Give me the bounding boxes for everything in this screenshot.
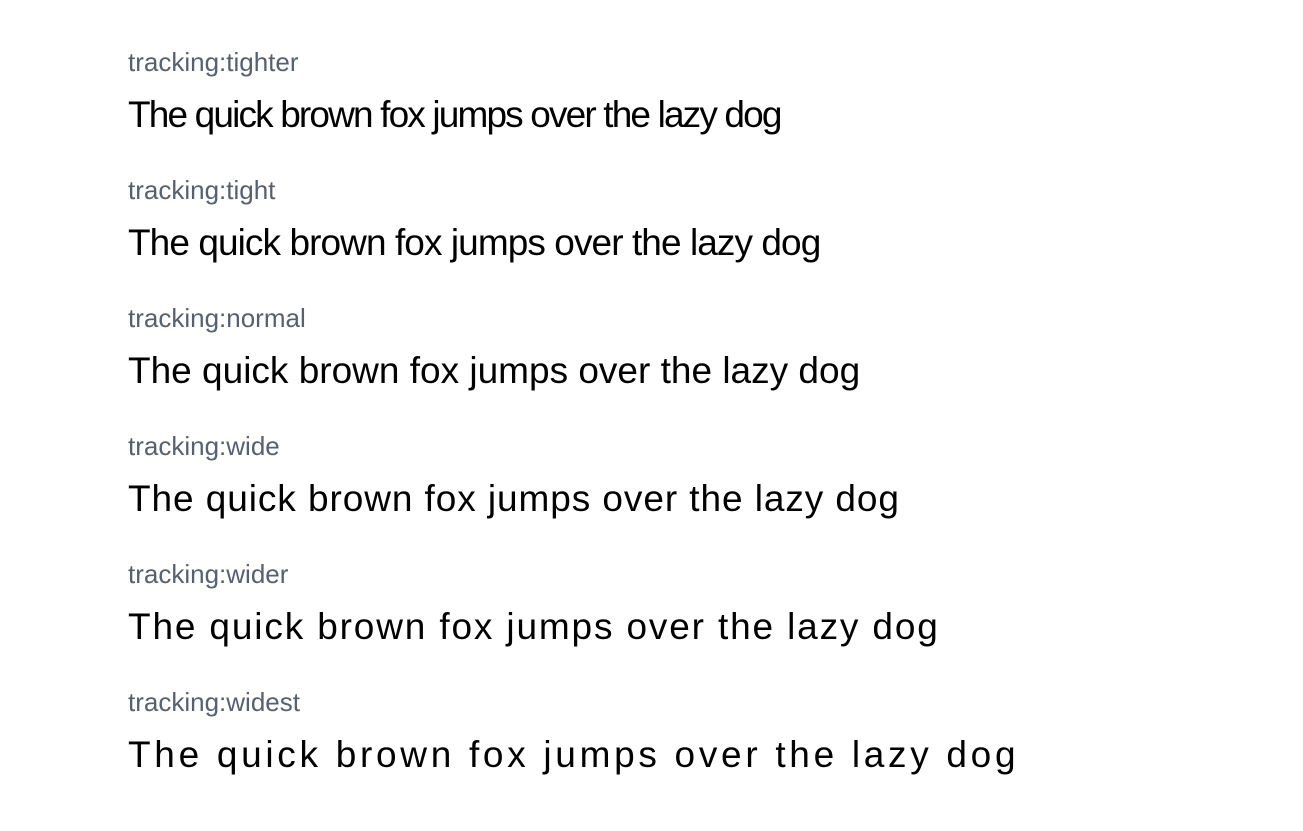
tracking-label: tracking:widest (128, 687, 300, 717)
sample-text: The quick brown fox jumps over the lazy … (128, 478, 900, 519)
sample-text: The quick brown fox jumps over the lazy … (128, 734, 1020, 775)
tracking-label: tracking:normal (128, 303, 306, 333)
tracking-label: tracking:wide (128, 431, 280, 461)
sample-text: The quick brown fox jumps over the lazy … (128, 222, 821, 263)
sample-text: The quick brown fox jumps over the lazy … (128, 350, 861, 391)
tracking-label: tracking:tight (128, 175, 276, 205)
tracking-item-wide: tracking:wide The quick brown fox jumps … (128, 424, 1019, 552)
sample-text: The quick brown fox jumps over the lazy … (128, 606, 940, 647)
sample-text: The quick brown fox jumps over the lazy … (128, 94, 782, 135)
tracking-demo-list: tracking:tighter The quick brown fox jum… (128, 40, 1019, 808)
tracking-item-tight: tracking:tight The quick brown fox jumps… (128, 168, 1019, 296)
tracking-label: tracking:wider (128, 559, 289, 589)
tracking-item-wider: tracking:wider The quick brown fox jumps… (128, 552, 1019, 680)
tracking-item-tighter: tracking:tighter The quick brown fox jum… (128, 40, 1019, 168)
tracking-item-normal: tracking:normal The quick brown fox jump… (128, 296, 1019, 424)
tracking-label: tracking:tighter (128, 47, 299, 77)
tracking-item-widest: tracking:widest The quick brown fox jump… (128, 680, 1019, 808)
